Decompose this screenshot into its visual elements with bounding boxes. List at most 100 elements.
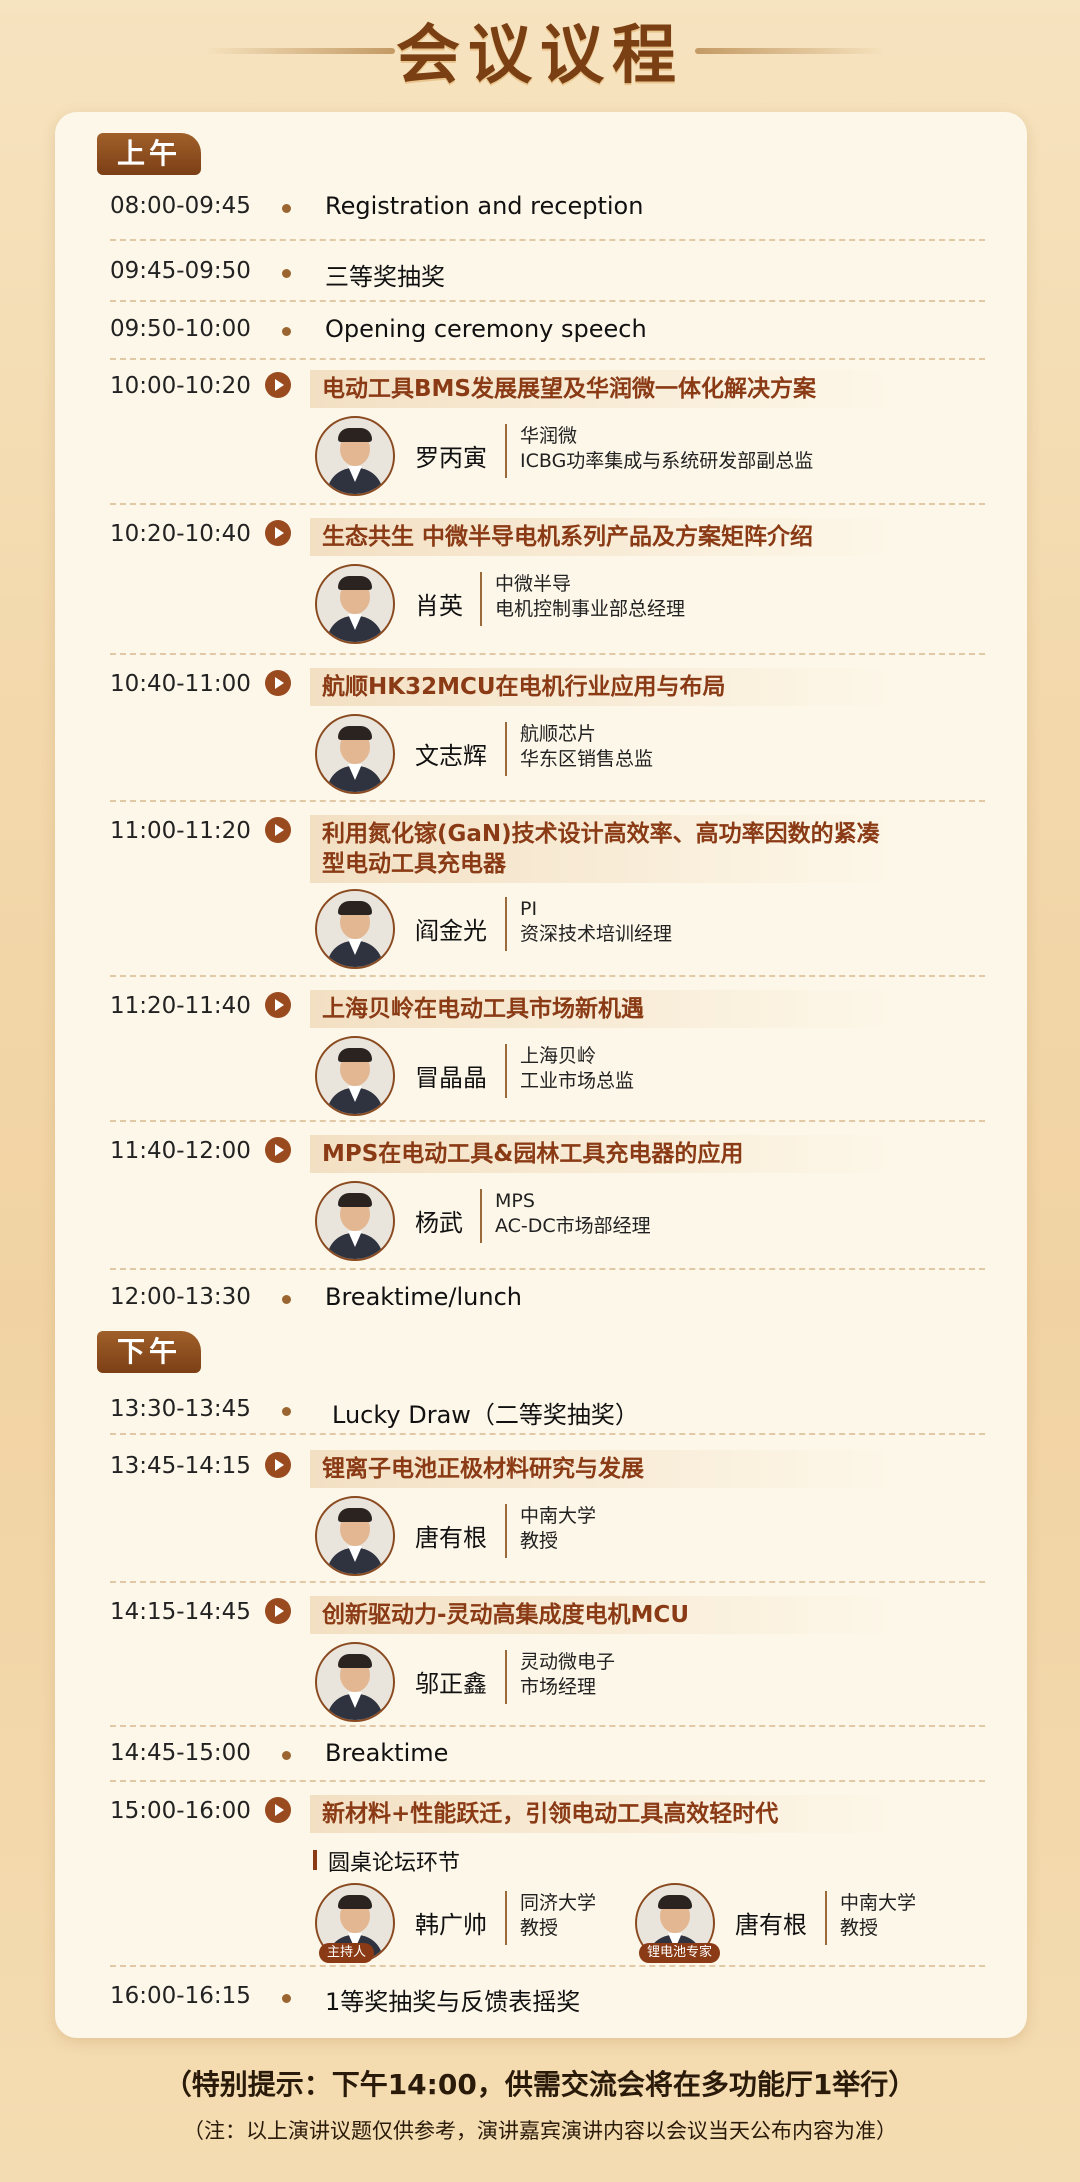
roundtable-label: 圆桌论坛环节 — [312, 1845, 460, 1877]
speaker: 文志辉 航顺芯片 华东区销售总监 — [315, 714, 875, 794]
time-label: 11:00-11:20 — [110, 818, 251, 844]
speaker: 唐有根 中南大学 教授 — [315, 1496, 875, 1576]
speaker-name: 杨武 — [415, 1209, 463, 1237]
agenda-row: 10:20-10:40 生态共生 中微半导电机系列产品及方案矩阵介绍 肖英 中微… — [110, 518, 990, 648]
divider — [110, 1965, 985, 1967]
speaker-role: 市场经理 — [520, 1676, 597, 1698]
time-label: 10:40-11:00 — [110, 671, 251, 697]
speaker-affiliation: 中南大学 教授 — [840, 1891, 916, 1941]
speaker-org: 中南大学 — [520, 1505, 597, 1527]
section-label-afternoon: 下午 — [97, 1331, 201, 1373]
agenda-row: 11:00-11:20 利用氮化镓(GaN)技术设计高效率、高功率因数的紧凑型电… — [110, 815, 990, 975]
speaker-name: 罗丙寅 — [415, 444, 487, 472]
speaker-org: 上海贝岭 — [520, 1045, 597, 1067]
agenda-text: Registration and reception — [325, 192, 644, 220]
time-label: 11:40-12:00 — [110, 1138, 251, 1164]
header: 会议议程 — [0, 0, 1080, 110]
bullet-dot — [282, 1407, 291, 1416]
speaker-role: 资深技术培训经理 — [520, 923, 673, 945]
divider — [110, 800, 985, 802]
speaker-org: 华润微 — [520, 425, 578, 447]
speaker-avatar — [315, 1642, 395, 1722]
speaker: 罗丙寅 华润微 ICBG功率集成与系统研发部副总监 — [315, 416, 875, 496]
talk-topic: 新材料+性能跃迁，引领电动工具高效轻时代 — [310, 1795, 894, 1833]
speaker-name: 唐有根 — [415, 1524, 487, 1552]
bullet-dot — [282, 1295, 291, 1304]
speaker-name: 肖英 — [415, 592, 463, 620]
speaker-org: 中微半导 — [495, 573, 572, 595]
bullet-dot — [282, 204, 291, 213]
disclaimer-note: （注：以上演讲议题仅供参考，演讲嘉宾演讲内容以会议当天公布内容为准） — [183, 2119, 897, 2143]
speaker: 肖英 中微半导 电机控制事业部总经理 — [315, 564, 875, 644]
separator — [505, 1891, 507, 1945]
divider — [110, 1268, 985, 1270]
time-label: 13:30-13:45 — [110, 1396, 251, 1422]
divider — [110, 1581, 985, 1583]
play-icon — [265, 1452, 291, 1478]
separator — [505, 424, 507, 478]
speaker-role: 教授 — [840, 1917, 879, 1939]
speaker-role: ICBG功率集成与系统研发部副总监 — [520, 450, 814, 472]
speaker-role: AC-DC市场部经理 — [495, 1215, 651, 1237]
speaker-affiliation: 上海贝岭 工业市场总监 — [520, 1044, 634, 1094]
speaker-name: 文志辉 — [415, 742, 487, 770]
speaker-name: 冒晶晶 — [415, 1064, 487, 1092]
divider — [110, 653, 985, 655]
agenda-text: Lucky Draw（二等奖抽奖） — [332, 1401, 639, 1429]
talk-topic: 航顺HK32MCU在电机行业应用与布局 — [310, 668, 894, 706]
agenda-text: Breaktime — [325, 1739, 449, 1767]
agenda-text: 三等奖抽奖 — [325, 263, 445, 291]
special-notice: （特别提示：下午14:00，供需交流会将在多功能厅1举行） — [163, 2068, 917, 2101]
speaker-name: 唐有根 — [735, 1911, 807, 1939]
separator — [480, 572, 482, 626]
speaker-name: 阎金光 — [415, 917, 487, 945]
talk-topic: 利用氮化镓(GaN)技术设计高效率、高功率因数的紧凑型电动工具充电器 — [310, 815, 894, 883]
separator — [505, 722, 507, 776]
divider — [110, 358, 985, 360]
agenda-row: 10:00-10:20 电动工具BMS发展展望及华润微一体化解决方案 罗丙寅 华… — [110, 370, 990, 500]
divider — [110, 1120, 985, 1122]
separator — [480, 1189, 482, 1243]
time-label: 12:00-13:30 — [110, 1284, 251, 1310]
speaker-org: 航顺芯片 — [520, 723, 597, 745]
agenda-row: 13:45-14:15 锂离子电池正极材料研究与发展 唐有根 中南大学 教授 — [110, 1450, 990, 1580]
time-label: 08:00-09:45 — [110, 193, 251, 219]
speaker: 杨武 MPS AC-DC市场部经理 — [315, 1181, 875, 1261]
play-icon — [265, 1598, 291, 1624]
speaker-org: PI — [520, 898, 538, 920]
speaker-affiliation: 中微半导 电机控制事业部总经理 — [495, 572, 685, 622]
talk-topic: 创新驱动力-灵动高集成度电机MCU — [310, 1596, 894, 1634]
divider — [110, 300, 985, 302]
section-label-morning: 上午 — [97, 133, 201, 175]
speaker: 冒晶晶 上海贝岭 工业市场总监 — [315, 1036, 875, 1116]
time-label: 14:45-15:00 — [110, 1740, 251, 1766]
role-badge: 锂电池专家 — [639, 1943, 721, 1963]
separator — [505, 1044, 507, 1098]
speaker-avatar — [315, 1181, 395, 1261]
speaker-role: 工业市场总监 — [520, 1070, 635, 1092]
role-badge: 主持人 — [319, 1943, 375, 1963]
time-label: 13:45-14:15 — [110, 1453, 251, 1479]
time-label: 14:15-14:45 — [110, 1599, 251, 1625]
speaker-avatar — [315, 564, 395, 644]
play-icon — [265, 992, 291, 1018]
agenda-row: 14:15-14:45 创新驱动力-灵动高集成度电机MCU 邬正鑫 灵动微电子 … — [110, 1596, 990, 1726]
agenda-row: 10:40-11:00 航顺HK32MCU在电机行业应用与布局 文志辉 航顺芯片… — [110, 668, 990, 798]
talk-topic: 生态共生 中微半导电机系列产品及方案矩阵介绍 — [310, 518, 894, 556]
page-title: 会议议程 — [396, 19, 684, 93]
speaker-affiliation: 同济大学 教授 — [520, 1891, 596, 1941]
separator — [505, 897, 507, 951]
speaker: 阎金光 PI 资深技术培训经理 — [315, 889, 875, 969]
agenda-row: 11:40-12:00 MPS在电动工具&园林工具充电器的应用 杨武 MPS A… — [110, 1135, 990, 1265]
time-label: 15:00-16:00 — [110, 1798, 251, 1824]
play-icon — [265, 670, 291, 696]
talk-topic: 上海贝岭在电动工具市场新机遇 — [310, 990, 894, 1028]
time-label: 09:45-09:50 — [110, 258, 251, 284]
agenda-row: 11:20-11:40 上海贝岭在电动工具市场新机遇 冒晶晶 上海贝岭 工业市场… — [110, 990, 990, 1120]
agenda-text: 1等奖抽奖与反馈表摇奖 — [325, 1988, 581, 2016]
play-icon — [265, 817, 291, 843]
speaker-org: 同济大学 — [520, 1892, 597, 1914]
talk-topic: 锂离子电池正极材料研究与发展 — [310, 1450, 894, 1488]
speaker-avatar — [315, 889, 395, 969]
agenda-text: Opening ceremony speech — [325, 315, 647, 343]
